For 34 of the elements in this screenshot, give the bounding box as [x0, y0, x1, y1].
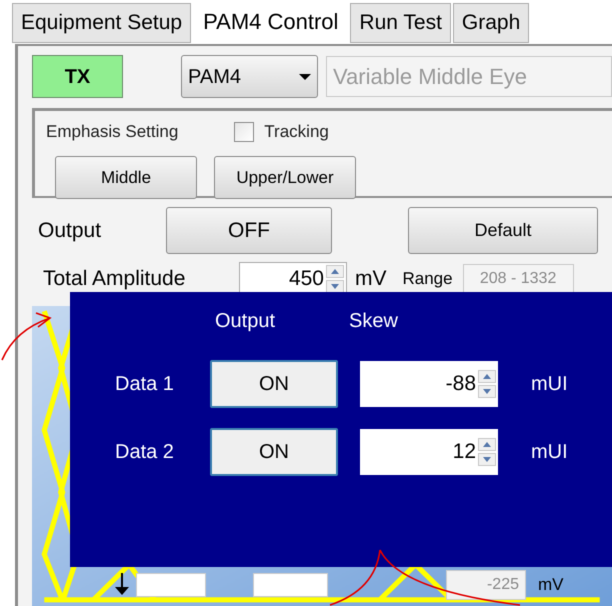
- range-field: 208 - 1332: [462, 264, 574, 294]
- default-button[interactable]: Default: [408, 207, 598, 254]
- unit-label: mV: [355, 266, 386, 292]
- input-field[interactable]: [253, 573, 328, 597]
- signal-dropdown[interactable]: PAM4: [181, 55, 318, 98]
- unit-label: mV: [538, 574, 564, 596]
- column-header: Skew: [349, 309, 398, 334]
- offset-field: -225: [446, 570, 526, 600]
- skew-spinbox[interactable]: -88: [360, 361, 498, 407]
- output-toggle-button[interactable]: ON: [210, 428, 338, 476]
- emphasis-button[interactable]: Middle: [55, 156, 197, 199]
- amplitude-label: Total Amplitude: [43, 266, 186, 292]
- range-label: Range: [402, 268, 453, 290]
- unit-label: mUI: [531, 440, 568, 465]
- output-label: Output: [38, 218, 102, 244]
- caret-icon: [299, 74, 311, 80]
- tx-indicator: TX: [32, 55, 123, 98]
- row-label: Data 2: [115, 440, 175, 465]
- checkbox-label: Tracking: [264, 121, 329, 144]
- tab[interactable]: Equipment Setup: [12, 3, 192, 43]
- emphasis-button[interactable]: Upper/Lower: [214, 156, 356, 199]
- output-toggle-button[interactable]: ON: [210, 360, 338, 408]
- tab[interactable]: Run Test: [350, 3, 451, 43]
- column-header: Output: [215, 309, 276, 334]
- unit-label: mUI: [531, 372, 568, 397]
- input-field[interactable]: [136, 573, 206, 597]
- row-label: Data 1: [115, 372, 175, 397]
- spin-arrows-icon[interactable]: [326, 263, 344, 295]
- output-button[interactable]: OFF: [166, 207, 332, 254]
- tab[interactable]: Graph: [452, 3, 530, 43]
- group-title: Emphasis Setting: [46, 121, 178, 144]
- tracking-checkbox[interactable]: [234, 122, 254, 142]
- annotation-arrow: [1, 312, 52, 360]
- skew-spinbox[interactable]: 12: [360, 429, 498, 475]
